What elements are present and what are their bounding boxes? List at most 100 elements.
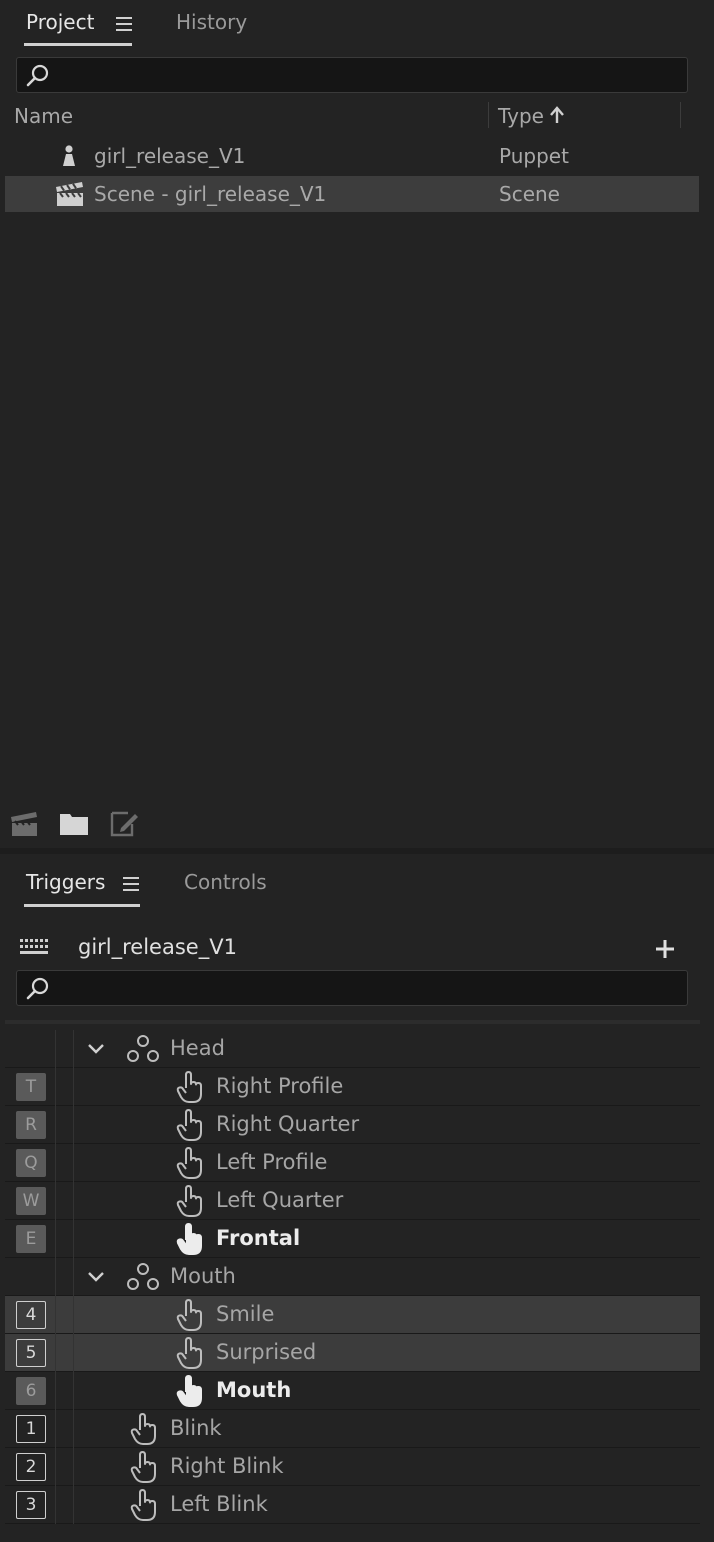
project-search-input[interactable] bbox=[57, 58, 681, 94]
trigger-hand-icon bbox=[176, 1375, 202, 1407]
tab-project-underline bbox=[24, 43, 132, 46]
key-binding-badge[interactable]: W bbox=[16, 1187, 46, 1215]
row-separator bbox=[73, 1296, 74, 1334]
swap-set-row[interactable]: Mouth bbox=[5, 1258, 700, 1296]
row-separator bbox=[55, 1296, 56, 1334]
search-icon bbox=[26, 64, 49, 87]
project-panel: Project History Name Type girl_release_V… bbox=[0, 0, 714, 848]
trigger-label: Left Quarter bbox=[216, 1188, 344, 1212]
trigger-label: Mouth bbox=[216, 1378, 292, 1402]
key-binding-badge[interactable]: E bbox=[16, 1225, 46, 1253]
project-item-scene[interactable]: Scene - girl_release_V1 Scene bbox=[5, 176, 699, 212]
tab-project[interactable]: Project bbox=[26, 10, 94, 34]
row-separator bbox=[73, 1486, 74, 1524]
puppet-icon bbox=[63, 145, 75, 166]
row-separator bbox=[55, 1182, 56, 1220]
trigger-hand-icon bbox=[130, 1413, 156, 1445]
row-separator bbox=[73, 1448, 74, 1486]
trigger-label: Blink bbox=[170, 1416, 222, 1440]
row-separator bbox=[73, 1030, 74, 1068]
tab-history[interactable]: History bbox=[176, 10, 247, 34]
key-binding-badge[interactable]: 3 bbox=[16, 1491, 46, 1519]
trigger-row[interactable]: 6 Mouth bbox=[5, 1372, 700, 1410]
row-separator bbox=[73, 1410, 74, 1448]
edit-icon[interactable] bbox=[108, 808, 140, 838]
key-binding-badge[interactable]: 6 bbox=[16, 1377, 46, 1405]
trigger-row[interactable]: T Right Profile bbox=[5, 1068, 700, 1106]
row-separator bbox=[55, 1448, 56, 1486]
trigger-row[interactable]: Q Left Profile bbox=[5, 1144, 700, 1182]
row-separator bbox=[73, 1106, 74, 1144]
swap-set-icon bbox=[127, 1035, 159, 1062]
project-column-header: Name Type bbox=[0, 100, 714, 132]
project-item-type: Scene bbox=[499, 182, 560, 206]
scene-clapper-icon bbox=[56, 182, 83, 206]
trigger-hand-icon bbox=[130, 1451, 156, 1483]
key-binding-badge[interactable]: Q bbox=[16, 1149, 46, 1177]
trigger-hand-icon bbox=[176, 1109, 202, 1141]
column-separator bbox=[680, 102, 681, 128]
trigger-label: Mouth bbox=[170, 1264, 236, 1288]
trigger-label: Right Quarter bbox=[216, 1112, 360, 1136]
triggers-search-input[interactable] bbox=[57, 971, 681, 1007]
row-separator bbox=[73, 1258, 74, 1296]
key-binding-badge[interactable]: 1 bbox=[16, 1415, 46, 1443]
trigger-row[interactable]: 5 Surprised bbox=[5, 1334, 700, 1372]
column-type-header[interactable]: Type bbox=[498, 104, 544, 128]
trigger-row[interactable]: R Right Quarter bbox=[5, 1106, 700, 1144]
tab-controls[interactable]: Controls bbox=[184, 870, 267, 894]
row-separator bbox=[73, 1372, 74, 1410]
key-binding-badge[interactable]: 5 bbox=[16, 1339, 46, 1367]
trigger-label: Right Profile bbox=[216, 1074, 344, 1098]
row-separator bbox=[55, 1030, 56, 1068]
puppet-name-title: girl_release_V1 bbox=[78, 935, 237, 959]
trigger-row[interactable]: W Left Quarter bbox=[5, 1182, 700, 1220]
plus-icon[interactable] bbox=[654, 938, 676, 960]
project-item-name: Scene - girl_release_V1 bbox=[94, 182, 327, 206]
new-folder-icon[interactable] bbox=[58, 810, 90, 838]
project-tabbar: Project History bbox=[0, 0, 714, 50]
trigger-label: Surprised bbox=[216, 1340, 317, 1364]
project-bottom-toolbar bbox=[0, 806, 200, 842]
column-separator bbox=[488, 102, 489, 128]
trigger-hand-icon bbox=[176, 1147, 202, 1179]
trigger-label: Right Blink bbox=[170, 1454, 284, 1478]
tab-triggers[interactable]: Triggers bbox=[26, 870, 105, 894]
trigger-row[interactable]: 3 Left Blink bbox=[5, 1486, 700, 1524]
trigger-row[interactable]: 1 Blink bbox=[5, 1410, 700, 1448]
triggers-panel: Triggers Controls girl_release_V1 Head T R… bbox=[0, 854, 714, 1542]
chevron-down-icon[interactable] bbox=[87, 1271, 105, 1283]
trigger-label: Frontal bbox=[216, 1226, 301, 1250]
trigger-label: Smile bbox=[216, 1302, 275, 1326]
chevron-down-icon[interactable] bbox=[87, 1043, 105, 1055]
project-item-puppet[interactable]: girl_release_V1 Puppet bbox=[5, 138, 699, 174]
column-name-header[interactable]: Name bbox=[14, 104, 73, 128]
trigger-label: Left Profile bbox=[216, 1150, 328, 1174]
trigger-label: Left Blink bbox=[170, 1492, 268, 1516]
new-scene-icon[interactable] bbox=[10, 808, 40, 838]
row-separator bbox=[55, 1144, 56, 1182]
row-separator bbox=[73, 1068, 74, 1106]
project-search-box bbox=[16, 57, 688, 94]
key-binding-badge[interactable]: T bbox=[16, 1073, 46, 1101]
key-binding-badge[interactable]: 4 bbox=[16, 1301, 46, 1329]
keyboard-icon[interactable] bbox=[19, 938, 49, 956]
project-panel-menu-icon[interactable] bbox=[116, 17, 132, 31]
key-binding-badge[interactable]: 2 bbox=[16, 1453, 46, 1481]
trigger-hand-icon bbox=[176, 1223, 202, 1255]
key-binding-badge[interactable]: R bbox=[16, 1111, 46, 1139]
trigger-hand-icon bbox=[176, 1299, 202, 1331]
trigger-row[interactable]: E Frontal bbox=[5, 1220, 700, 1258]
row-separator bbox=[55, 1334, 56, 1372]
project-item-name: girl_release_V1 bbox=[94, 144, 246, 168]
trigger-row[interactable]: 2 Right Blink bbox=[5, 1448, 700, 1486]
row-separator bbox=[55, 1486, 56, 1524]
swap-set-icon bbox=[127, 1263, 159, 1290]
tab-triggers-underline bbox=[24, 904, 140, 907]
trigger-row[interactable]: 4 Smile bbox=[5, 1296, 700, 1334]
trigger-hand-icon bbox=[176, 1337, 202, 1369]
divider bbox=[5, 1020, 700, 1024]
row-separator bbox=[55, 1372, 56, 1410]
swap-set-row[interactable]: Head bbox=[5, 1030, 700, 1068]
triggers-panel-menu-icon[interactable] bbox=[123, 877, 139, 891]
